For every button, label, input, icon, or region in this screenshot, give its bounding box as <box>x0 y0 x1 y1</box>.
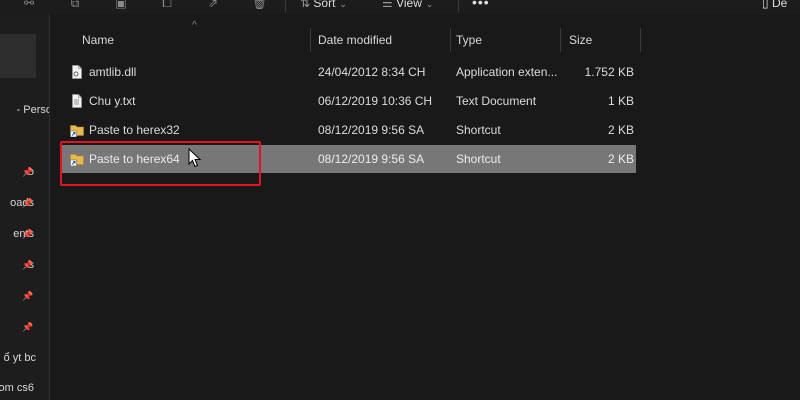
details-pane-button[interactable]: ▯ De <box>762 0 787 10</box>
file-type: Application exten... <box>456 65 558 79</box>
toolbar-divider <box>285 0 286 12</box>
file-row[interactable]: Chu y.txt 06/12/2019 10:36 CH Text Docum… <box>60 87 636 115</box>
column-divider[interactable] <box>640 28 641 52</box>
sidebar-item[interactable]: - Perso <box>0 100 50 120</box>
share-out-icon[interactable]: ⇗ <box>206 0 220 10</box>
file-row[interactable]: Paste to herex32 08/12/2019 9:56 SA Shor… <box>60 116 636 144</box>
more-options-button[interactable]: ••• <box>472 0 490 10</box>
pin-icon: 📌 <box>22 167 34 177</box>
sidebar-item[interactable]: ents 📌 <box>0 224 50 244</box>
toolbar-divider <box>458 0 459 12</box>
highlight-annotation-box <box>60 141 261 186</box>
sidebar-item[interactable]: 📌 <box>0 286 50 306</box>
dll-file-icon <box>72 65 82 79</box>
folder-shortcut-icon <box>70 125 84 137</box>
sidebar-selected-item[interactable] <box>0 34 36 78</box>
file-name: amtlib.dll <box>89 65 137 79</box>
view-icon: ☰ <box>382 0 397 10</box>
column-header-date[interactable]: Date modified <box>310 28 450 52</box>
file-type: Shortcut <box>456 152 501 166</box>
sort-icon: ⇅ <box>300 0 314 10</box>
share-icon[interactable]: ⚯ <box>22 0 36 10</box>
pin-icon: 📌 <box>22 229 34 239</box>
column-header-type[interactable]: Type <box>450 28 560 52</box>
column-header-size[interactable]: Size <box>560 28 640 52</box>
pin-icon: 📌 <box>22 291 34 301</box>
file-date: 06/12/2019 10:36 CH <box>318 94 433 108</box>
navigation-pane: - Perso o 📌 oads 📌 ents 📌 s 📌 📌 📌 ổ yt bc om… <box>0 14 50 400</box>
mouse-cursor-icon <box>188 148 202 168</box>
sidebar-item[interactable]: om cs6 <box>0 378 50 398</box>
file-size: 1 KB <box>607 94 634 108</box>
file-date: 24/04/2012 8:34 CH <box>318 65 426 79</box>
file-date: 08/12/2019 9:56 SA <box>318 123 425 137</box>
sidebar-item[interactable]: s 📌 <box>0 255 50 275</box>
column-header-name[interactable]: Name <box>60 28 310 52</box>
file-type: Shortcut <box>456 123 501 137</box>
sidebar-item[interactable]: o 📌 <box>0 162 50 182</box>
chevron-down-icon: ⌄ <box>339 0 347 9</box>
view-button[interactable]: ☰ View ⌄ <box>382 0 433 10</box>
column-header-row: ^ Name Date modified Type Size <box>60 20 800 52</box>
file-type: Text Document <box>456 94 537 108</box>
rename-icon[interactable]: ⧠ <box>160 0 174 10</box>
file-row[interactable]: amtlib.dll 24/04/2012 8:34 CH Applicatio… <box>60 58 636 86</box>
file-date: 08/12/2019 9:56 SA <box>318 152 425 166</box>
pin-icon: 📌 <box>22 198 34 208</box>
paste-icon[interactable]: ▣ <box>114 0 128 10</box>
file-size: 2 KB <box>607 152 634 166</box>
file-name: Paste to herex32 <box>89 123 180 137</box>
command-bar: ⚯ ⧉ ▣ ⧠ ⇗ 🗑 ⇅ Sort ⌄ ☰ View ⌄ ••• ▯ De <box>0 0 800 14</box>
pin-icon: 📌 <box>22 260 34 270</box>
sidebar-item[interactable]: ổ yt bc <box>0 348 50 368</box>
sidebar-item[interactable]: 📌 <box>0 317 50 337</box>
sort-button[interactable]: ⇅ Sort ⌄ <box>300 0 347 10</box>
pin-icon: 📌 <box>22 322 34 332</box>
text-file-icon <box>72 94 82 108</box>
delete-icon[interactable]: 🗑 <box>252 0 267 10</box>
details-icon: ▯ <box>762 0 772 10</box>
file-size: 1.752 KB <box>584 65 634 79</box>
copy-icon[interactable]: ⧉ <box>68 0 82 10</box>
pane-divider[interactable] <box>49 14 50 400</box>
file-size: 2 KB <box>607 123 634 137</box>
file-name: Chu y.txt <box>89 94 136 108</box>
sidebar-item[interactable]: oads 📌 <box>0 193 50 213</box>
chevron-down-icon: ⌄ <box>425 0 434 9</box>
